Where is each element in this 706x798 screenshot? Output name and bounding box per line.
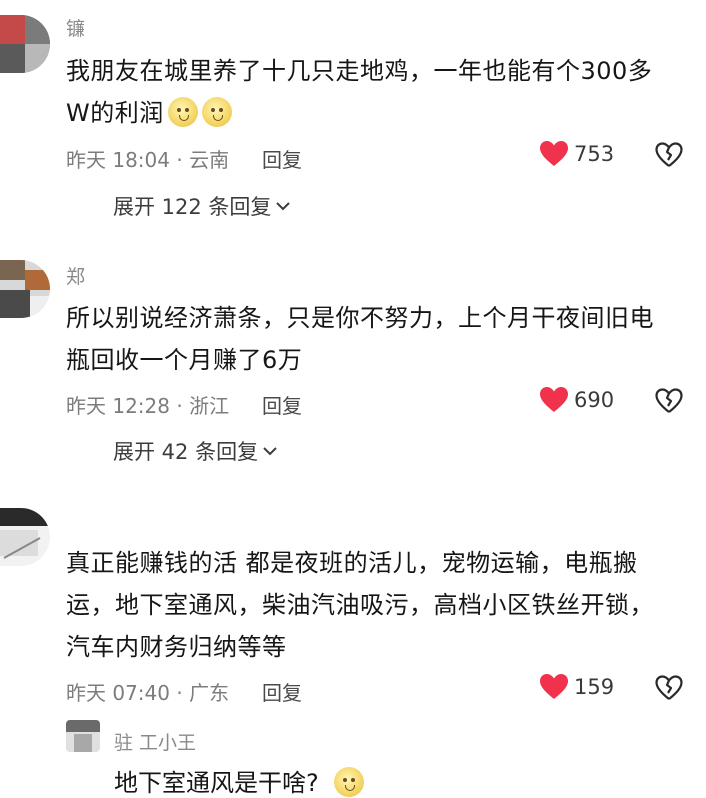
comment-line: 所以别说经济萧条，只是你不努力，上个月干夜间旧电 [66,304,654,332]
comment-time-location: 昨天 12:28 · 浙江 [66,394,230,418]
broken-heart-icon [655,675,683,700]
like-count: 753 [574,142,615,166]
comment-line: 瓶回收一个月赚了6万 [66,346,303,374]
dislike-button[interactable] [655,675,683,705]
broken-heart-icon [655,142,683,167]
dislike-button[interactable] [655,388,683,418]
username[interactable]: 镰 [66,14,85,41]
expand-replies-button[interactable]: 展开 42 条回复 [113,436,278,466]
sub-reply-text: 地下室通风是干啥? [114,763,365,798]
comment-line: 真正能赚钱的活 都是夜班的活儿，宠物运输，电瓶搬 [66,549,638,577]
sub-reply-avatar[interactable] [66,720,100,752]
like-button[interactable]: 753 [540,141,614,167]
comment-line: 汽车内财务归纳等等 [66,633,287,661]
sub-reply-username[interactable]: 驻 工小王 [114,728,196,755]
comment-line: W的利润 [66,92,696,134]
heart-icon [540,387,568,412]
heart-icon [540,674,568,699]
like-button[interactable]: 159 [540,674,614,700]
chevron-down-icon [276,202,291,211]
sweat-smile-emoji [167,97,198,127]
like-button[interactable]: 690 [540,387,614,413]
dislike-button[interactable] [655,142,683,172]
comment-text: 我朋友在城里养了十几只走地鸡，一年也能有个300多 W的利润 [66,50,696,134]
comment-line: 我朋友在城里养了十几只走地鸡，一年也能有个300多 [66,57,653,85]
comment-time-location: 昨天 07:40 · 广东 [66,681,230,705]
avatar[interactable] [0,15,50,73]
like-count: 690 [574,388,615,412]
username[interactable]: 郑 [66,262,85,289]
expand-replies-button[interactable]: 展开 122 条回复 [113,191,291,221]
like-count: 159 [574,675,615,699]
reply-button[interactable]: 回复 [262,677,302,706]
avatar[interactable] [0,260,50,318]
comment-text: 真正能赚钱的活 都是夜班的活儿，宠物运输，电瓶搬 运，地下室通风，柴油汽油吸污，… [66,542,696,668]
reply-button[interactable]: 回复 [262,390,302,419]
thinking-emoji [334,767,365,797]
broken-heart-icon [655,388,683,413]
sweat-smile-emoji [201,97,232,127]
comment-text: 所以别说经济萧条，只是你不努力，上个月干夜间旧电 瓶回收一个月赚了6万 [66,297,696,381]
avatar[interactable] [0,508,50,566]
comment-line: 运，地下室通风，柴油汽油吸污，高档小区铁丝开锁， [66,591,654,619]
chevron-down-icon [263,447,277,456]
heart-icon [540,141,568,166]
reply-button[interactable]: 回复 [262,144,302,173]
comment-time-location: 昨天 18:04 · 云南 [66,148,230,172]
